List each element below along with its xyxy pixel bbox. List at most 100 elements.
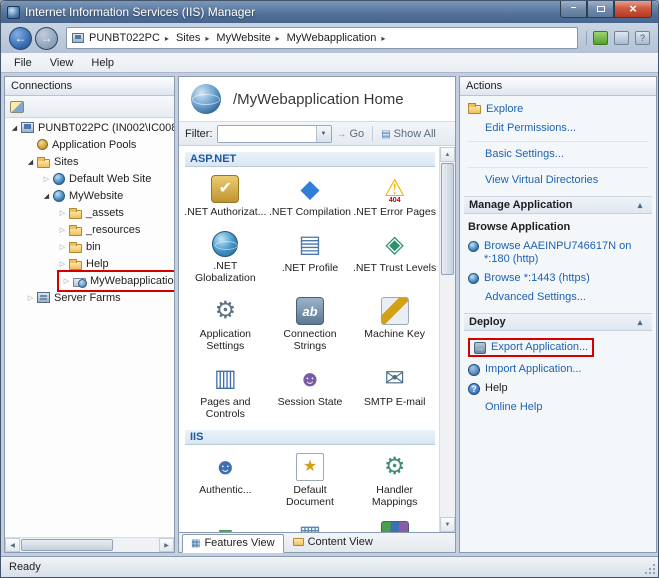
connections-panel: Connections PUNBT022PC (IN002\IC008423) … [4,76,175,553]
close-button[interactable] [614,1,652,18]
advanced-settings-action[interactable]: Advanced Settings... [468,288,648,307]
feature-net-globalization[interactable]: .NET Globalization [183,231,267,284]
aspnet-feature-grid: .NET Authorizat... .NET Compilation .NET… [183,175,437,420]
feature-application-settings[interactable]: Application Settings [183,297,267,352]
expander-icon[interactable] [41,187,52,205]
tree-item-label: PUNBT022PC (IN002\IC008423) [38,122,174,134]
import-application-action[interactable]: Import Application... [468,360,648,379]
help-icon[interactable] [635,31,650,45]
explore-action[interactable]: Explore [468,100,648,119]
menu-file[interactable]: File [5,55,41,71]
browse-http-link[interactable]: Browse AAEINPU746617N on *:180 (http) [468,237,648,269]
view-virtual-directories-action[interactable]: View Virtual Directories [468,171,648,190]
tab-features-view[interactable]: Features View [182,534,284,553]
feature-smtp-email[interactable]: SMTP E-mail [353,365,437,420]
filter-label: Filter: [185,128,213,140]
filter-input[interactable] [218,126,316,142]
menu-help[interactable]: Help [82,55,123,71]
minimize-button[interactable] [560,1,587,18]
scroll-down-icon[interactable]: ▼ [440,517,455,532]
feature-modules[interactable]: Modules [353,521,437,532]
expander-icon[interactable] [41,170,52,188]
highlight-box: MyWebapplication [57,270,174,292]
tree-item-application-pools[interactable]: Application Pools [5,136,174,153]
expander-icon[interactable] [57,204,68,222]
breadcrumb-item-mywebapplication[interactable]: MyWebapplication [286,30,392,46]
scroll-up-icon[interactable]: ▲ [440,147,455,162]
resize-grip[interactable] [643,562,655,574]
net-compilation-icon [296,175,324,203]
scroll-left-icon[interactable]: ◀ [5,538,20,552]
tree-item-assets[interactable]: _assets [5,204,174,221]
server-farms-icon [37,292,50,303]
title-bar: Internet Information Services (IIS) Mana… [1,1,658,23]
forward-button[interactable]: → [35,27,58,50]
feature-handler-mappings[interactable]: Handler Mappings [353,453,437,508]
collapse-chevron-icon[interactable] [633,199,647,211]
feature-net-authorization[interactable]: .NET Authorizat... [183,175,267,218]
application-home-icon [191,84,221,114]
expander-icon[interactable] [57,238,68,256]
basic-settings-action[interactable]: Basic Settings... [468,145,648,164]
breadcrumb-item-server[interactable]: PUNBT022PC [88,30,175,46]
breadcrumb-item-mywebsite[interactable]: MyWebsite [215,30,285,46]
feature-default-document[interactable]: Default Document [268,453,352,508]
feature-machine-key[interactable]: Machine Key [353,297,437,352]
feature-authentication[interactable]: Authentic... [183,453,267,508]
help-action[interactable]: Help [468,379,648,398]
feature-net-error-pages[interactable]: .NET Error Pages [353,175,437,218]
show-all-button[interactable]: Show All [376,126,441,142]
tree-item-resources[interactable]: _resources [5,221,174,238]
back-button[interactable]: ← [9,27,32,50]
breadcrumb-item-sites[interactable]: Sites [175,30,215,46]
tree-item-server[interactable]: PUNBT022PC (IN002\IC008423) [5,119,174,136]
chevron-down-icon[interactable]: ▼ [316,126,331,142]
tree-item-label: Application Pools [52,139,136,151]
expander-icon[interactable] [25,153,36,171]
menu-view[interactable]: View [41,55,83,71]
tree-item-server-farms[interactable]: Server Farms [5,289,174,306]
feature-http-response-headers[interactable]: HTTP Respon... [183,521,267,532]
online-help-action[interactable]: Online Help [468,398,648,417]
window-icon[interactable] [614,31,629,45]
toolbar-divider [372,126,373,142]
feature-pages-and-controls[interactable]: Pages and Controls [183,365,267,420]
tree-item-mywebapplication[interactable]: MyWebapplication [5,272,174,289]
scrollbar-thumb[interactable] [441,163,454,275]
feature-connection-strings[interactable]: Connection Strings [268,297,352,352]
maximize-button[interactable] [587,1,614,18]
workspace: Connections PUNBT022PC (IN002\IC008423) … [1,73,658,556]
tree-item-default-web-site[interactable]: Default Web Site [5,170,174,187]
feature-mime-types[interactable]: MIME Types [268,521,352,532]
tab-content-view[interactable]: Content View [284,533,382,552]
feedback-icon[interactable] [593,31,608,45]
expander-icon[interactable] [61,272,72,290]
scroll-right-icon[interactable]: ▶ [159,538,174,552]
vertical-scrollbar[interactable]: ▲ ▼ [439,147,455,532]
browse-https-link[interactable]: Browse *:1443 (https) [468,269,648,288]
collapse-chevron-icon[interactable] [633,316,647,328]
create-connection-icon[interactable] [10,101,24,113]
menu-bar: File View Help [1,53,658,73]
folder-icon [69,227,82,236]
tree-item-sites[interactable]: Sites [5,153,174,170]
expander-icon[interactable] [57,221,68,239]
machine-key-icon [381,297,409,325]
tree-item-mywebsite[interactable]: MyWebsite [5,187,174,204]
scrollbar-thumb[interactable] [21,539,113,551]
http-response-headers-icon [211,521,239,532]
site-globe-icon [53,190,65,202]
tree-item-bin[interactable]: bin [5,238,174,255]
feature-net-trust-levels[interactable]: .NET Trust Levels [353,231,437,284]
edit-permissions-action[interactable]: Edit Permissions... [468,119,648,138]
horizontal-scrollbar[interactable]: ◀ ▶ [5,537,174,552]
feature-net-profile[interactable]: .NET Profile [268,231,352,284]
expander-icon[interactable] [25,289,36,307]
export-application-action[interactable]: Export Application... [468,335,648,360]
expander-icon[interactable] [9,119,20,137]
page-header: /MyWebapplication Home [179,77,455,121]
go-button[interactable]: Go [332,126,370,142]
feature-session-state[interactable]: Session State [268,365,352,420]
feature-net-compilation[interactable]: .NET Compilation [268,175,352,218]
breadcrumb[interactable]: PUNBT022PC Sites MyWebsite MyWebapplicat… [66,27,578,49]
